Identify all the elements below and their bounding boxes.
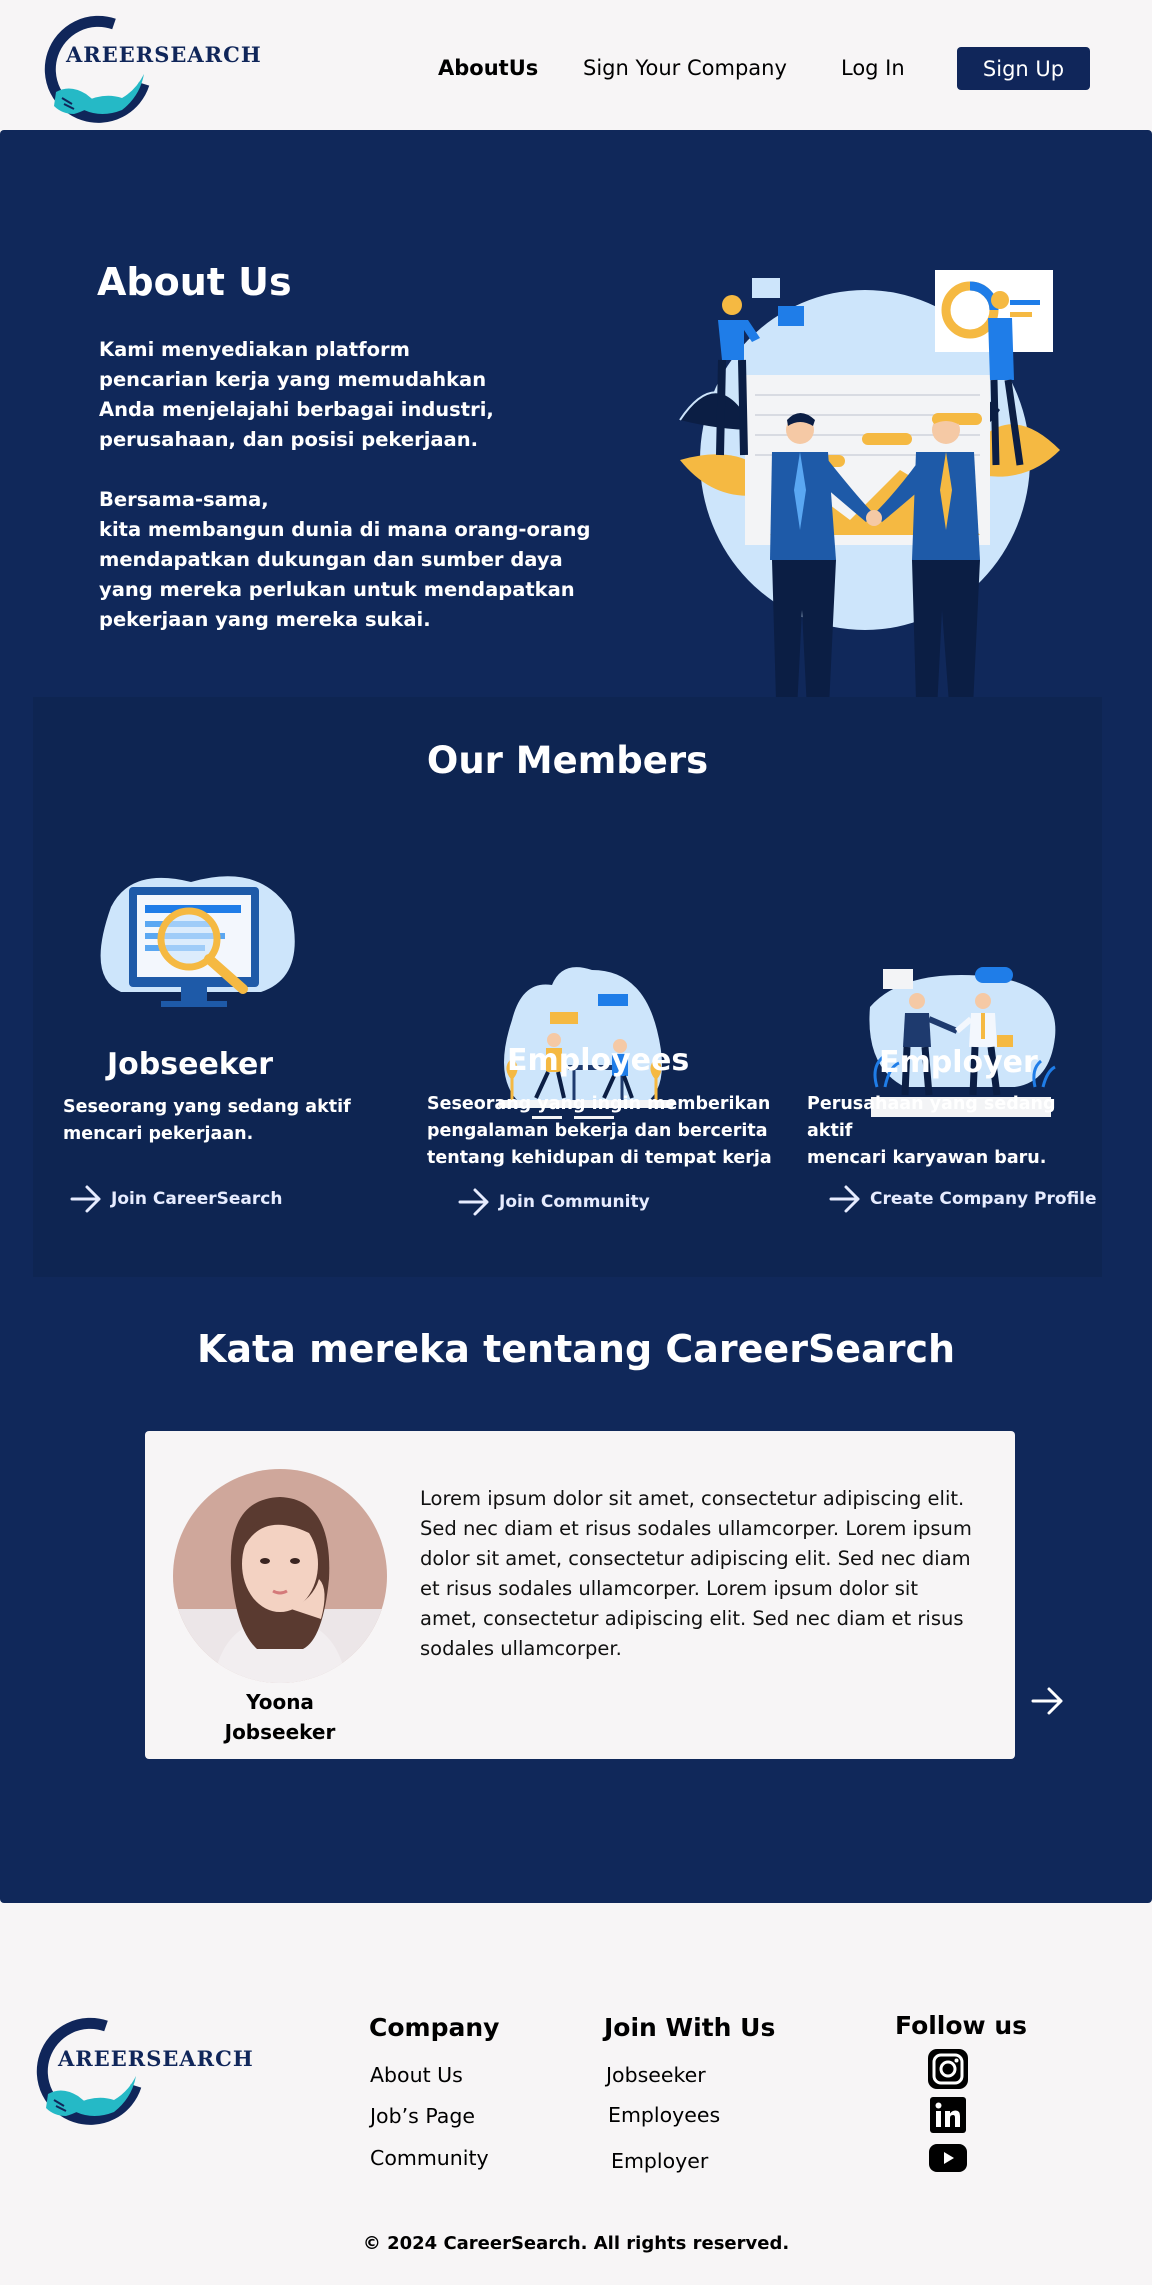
- logo[interactable]: AREERSEARCH: [44, 14, 264, 124]
- testimonial-title: Kata mereka tentang CareerSearch: [196, 1327, 956, 1371]
- footer-link-jobs-page[interactable]: Job’s Page: [370, 2104, 475, 2128]
- member-name-employer: Employer: [879, 1045, 1038, 1080]
- linkedin-icon[interactable]: [929, 2096, 967, 2134]
- youtube-icon[interactable]: [928, 2143, 968, 2173]
- footer-follow-title: Follow us: [895, 2011, 1028, 2040]
- members-section: Our Members Jobseeker Seseorang yang sed…: [33, 697, 1102, 1277]
- instagram-icon[interactable]: [927, 2048, 969, 2090]
- footer-link-community[interactable]: Community: [370, 2146, 489, 2170]
- create-company-profile-label: Create Company Profile: [870, 1189, 1097, 1209]
- sign-up-button[interactable]: Sign Up: [957, 47, 1090, 90]
- arrow-right-icon: [458, 1188, 489, 1216]
- avatar-photo: [173, 1469, 387, 1683]
- testimonial-name: Yoona: [246, 1690, 314, 1714]
- testimonial-card: Yoona Jobseeker Lorem ipsum dolor sit am…: [145, 1431, 1015, 1759]
- footer-logo[interactable]: AREERSEARCH: [36, 2016, 256, 2126]
- member-desc-jobseeker: Seseorang yang sedang aktif mencari peke…: [63, 1097, 351, 1144]
- footer-link-employees[interactable]: Employees: [608, 2103, 720, 2127]
- footer-join-title: Join With Us: [604, 2013, 776, 2042]
- members-title: Our Members: [426, 739, 709, 782]
- member-desc-employees: Seseorang yang ingin memberikan pengalam…: [427, 1094, 772, 1168]
- next-testimonial-arrow-icon[interactable]: [1027, 1681, 1067, 1721]
- join-careersearch-label: Join CareerSearch: [111, 1189, 283, 1209]
- logo-text: AREERSEARCH: [66, 42, 262, 67]
- footer-link-jobseeker[interactable]: Jobseeker: [606, 2063, 706, 2087]
- arrow-right-icon: [70, 1185, 101, 1213]
- copyright: © 2024 CareerSearch. All rights reserved…: [362, 2233, 790, 2254]
- join-careersearch-link[interactable]: Join CareerSearch: [69, 1184, 282, 1214]
- nav-sign-your-company[interactable]: Sign Your Company: [583, 56, 787, 80]
- testimonial-text: Lorem ipsum dolor sit amet, consectetur …: [420, 1487, 972, 1660]
- create-company-profile-link[interactable]: Create Company Profile: [828, 1184, 1097, 1214]
- member-name-jobseeker: Jobseeker: [107, 1047, 274, 1082]
- footer-link-about-us[interactable]: About Us: [370, 2063, 463, 2087]
- header: AREERSEARCH AboutUs Sign Your Company Lo…: [0, 0, 1152, 130]
- member-desc-employer: Perusahaan yang sedang aktif mencari kar…: [807, 1094, 1056, 1168]
- about-text: Kami menyediakan platform pencarian kerj…: [99, 338, 591, 631]
- testimonial-author: Yoona Jobseeker: [165, 1687, 395, 1747]
- nav-about-us[interactable]: AboutUs: [438, 56, 538, 80]
- footer-logo-text: AREERSEARCH: [58, 2046, 254, 2071]
- member-name-employees: Employees: [507, 1043, 690, 1078]
- logo-mark-icon: [36, 2017, 142, 2125]
- about-title: About Us: [97, 260, 292, 304]
- arrow-right-icon: [829, 1185, 860, 1213]
- footer-company-title: Company: [369, 2013, 500, 2042]
- logo-mark-icon: [44, 15, 150, 123]
- join-community-label: Join Community: [499, 1192, 650, 1212]
- jobseeker-illustration: [100, 876, 295, 1007]
- join-community-link[interactable]: Join Community: [457, 1187, 650, 1217]
- testimonial-role: Jobseeker: [224, 1720, 336, 1744]
- footer-link-employer[interactable]: Employer: [611, 2149, 708, 2173]
- main-section: About Us Kami menyediakan platform penca…: [0, 130, 1152, 1903]
- avatar: [173, 1469, 387, 1683]
- nav-log-in[interactable]: Log In: [841, 56, 905, 80]
